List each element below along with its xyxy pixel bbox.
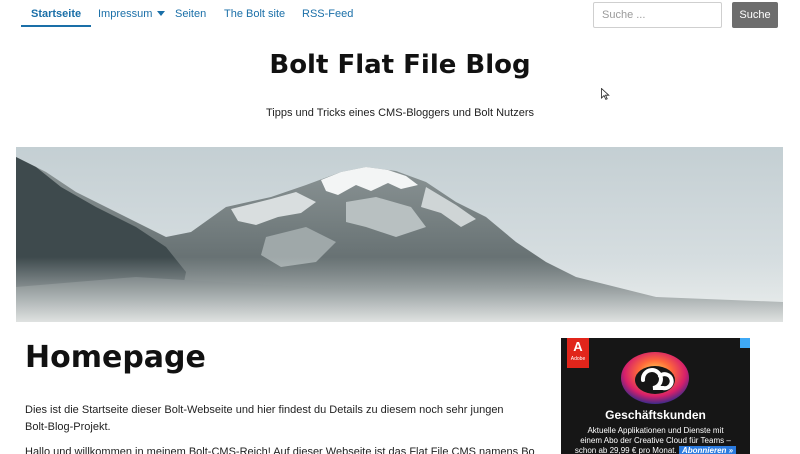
nav-item-startseite[interactable]: Startseite [21,0,92,27]
ad-headline: Geschäftskunden [605,408,706,422]
search-button[interactable]: Suche [732,2,778,28]
intro-paragraph: Dies ist die Startseite dieser Bolt-Webs… [25,404,504,433]
ad-body: Aktuelle Applikationen und Dienste mit e… [561,426,750,454]
nav-item-label: Seiten [175,8,207,20]
nav-item-the-bolt-site[interactable]: The Bolt site [214,0,295,27]
adobe-logo-wordmark: Adobe [570,356,586,362]
nav-item-label: RSS-Feed [302,8,354,20]
top-navigation: Startseite Impressum Seiten The Bolt sit… [0,0,800,30]
mountain-banner-image [16,147,783,322]
adobe-logo: A Adobe [567,338,589,368]
site-tagline: Tipps und Tricks eines CMS-Bloggers und … [266,107,534,119]
ad-subscribe-link[interactable]: Abonnieren » [678,446,737,454]
nav-item-label: The Bolt site [224,8,286,20]
nav-item-label: Startseite [31,8,82,20]
search-input[interactable] [593,2,722,28]
ad-line: schon ab 29,99 € pro Monat. [574,446,677,454]
mouse-cursor-icon [601,88,610,100]
ad-choices-icon[interactable] [740,338,750,348]
nav-item-impressum[interactable]: Impressum [88,0,175,27]
ad-line: Aktuelle Applikationen und Dienste mit [587,426,724,435]
site-title[interactable]: Bolt Flat File Blog [0,50,800,80]
nav-item-seiten[interactable]: Seiten [165,0,216,27]
nav-item-rss-feed[interactable]: RSS-Feed [292,0,363,27]
page-heading: Homepage [25,340,206,375]
welcome-paragraph: Hallo und willkommen in meinem Bolt-CMS-… [25,446,535,454]
adobe-logo-glyph: A [573,339,583,354]
ad-line: einem Abo der Creative Cloud für Teams – [580,436,731,445]
nav-item-label: Impressum [98,8,153,20]
creative-cloud-icon [621,352,689,404]
adobe-advertisement[interactable]: A Adobe Geschäftskunden Aktuelle Applika… [561,338,750,454]
